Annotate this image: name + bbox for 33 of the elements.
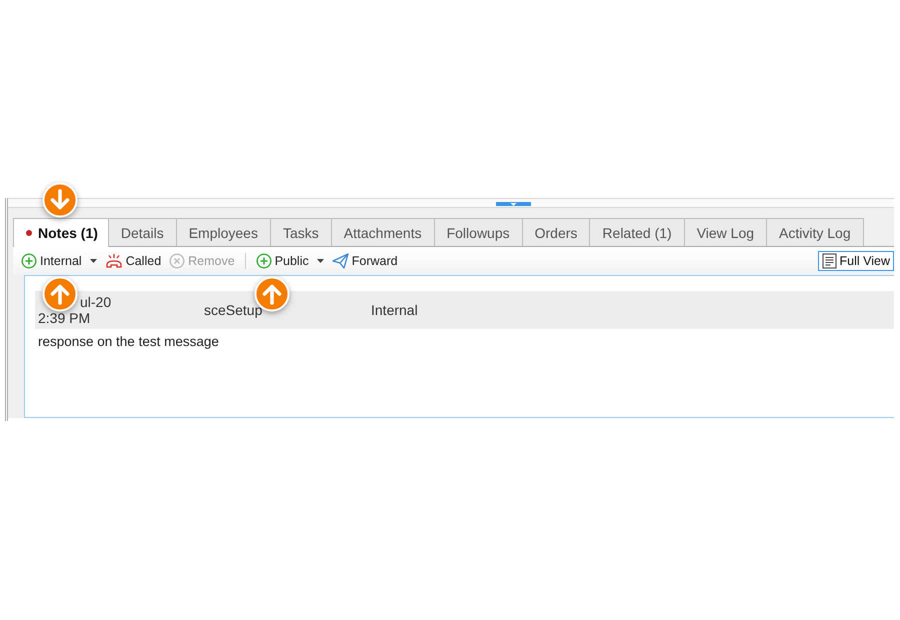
note-time: 2:39 PM bbox=[38, 310, 90, 326]
caret-icon[interactable] bbox=[316, 259, 324, 263]
note-header-row[interactable]: ul-20 2:39 PM sceSetup Internal bbox=[35, 291, 894, 329]
tab[interactable]: Notes (1) bbox=[13, 218, 109, 247]
document-icon bbox=[822, 253, 837, 269]
toolbar-button[interactable]: Internal bbox=[21, 253, 97, 269]
tab[interactable]: Employees bbox=[176, 218, 271, 246]
paper-plane-icon bbox=[332, 253, 349, 269]
tab[interactable]: Followups bbox=[434, 218, 523, 246]
note-text: response on the test message bbox=[37, 333, 220, 349]
tab[interactable]: Related (1) bbox=[590, 218, 685, 246]
tab[interactable]: Orders bbox=[522, 218, 590, 246]
tab[interactable]: Details bbox=[108, 218, 177, 246]
plus-circle-icon bbox=[21, 253, 37, 269]
tab[interactable]: Activity Log bbox=[767, 218, 864, 246]
up-arrow-marker-icon[interactable] bbox=[42, 276, 78, 312]
tab[interactable]: Tasks bbox=[270, 218, 332, 246]
down-arrow-marker-icon[interactable] bbox=[42, 182, 78, 218]
phone-icon bbox=[104, 253, 123, 269]
note-author: sceSetup bbox=[204, 302, 264, 318]
full-view-button[interactable]: Full View bbox=[818, 251, 894, 271]
toolbar-button[interactable]: Public bbox=[256, 253, 324, 269]
tab[interactable]: Attachments bbox=[332, 218, 435, 246]
tab[interactable]: View Log bbox=[684, 218, 768, 246]
caret-icon[interactable] bbox=[90, 259, 97, 263]
unread-dot-icon bbox=[26, 230, 32, 236]
note-date: ul-20 bbox=[80, 294, 112, 310]
note-visibility: Internal bbox=[371, 302, 418, 318]
toolbar-button[interactable]: Called bbox=[104, 253, 162, 269]
close-icon bbox=[169, 253, 186, 269]
toolbar-button[interactable]: Forward bbox=[332, 253, 398, 269]
plus-circle-icon bbox=[256, 253, 272, 269]
splitter-handle[interactable] bbox=[496, 202, 531, 206]
